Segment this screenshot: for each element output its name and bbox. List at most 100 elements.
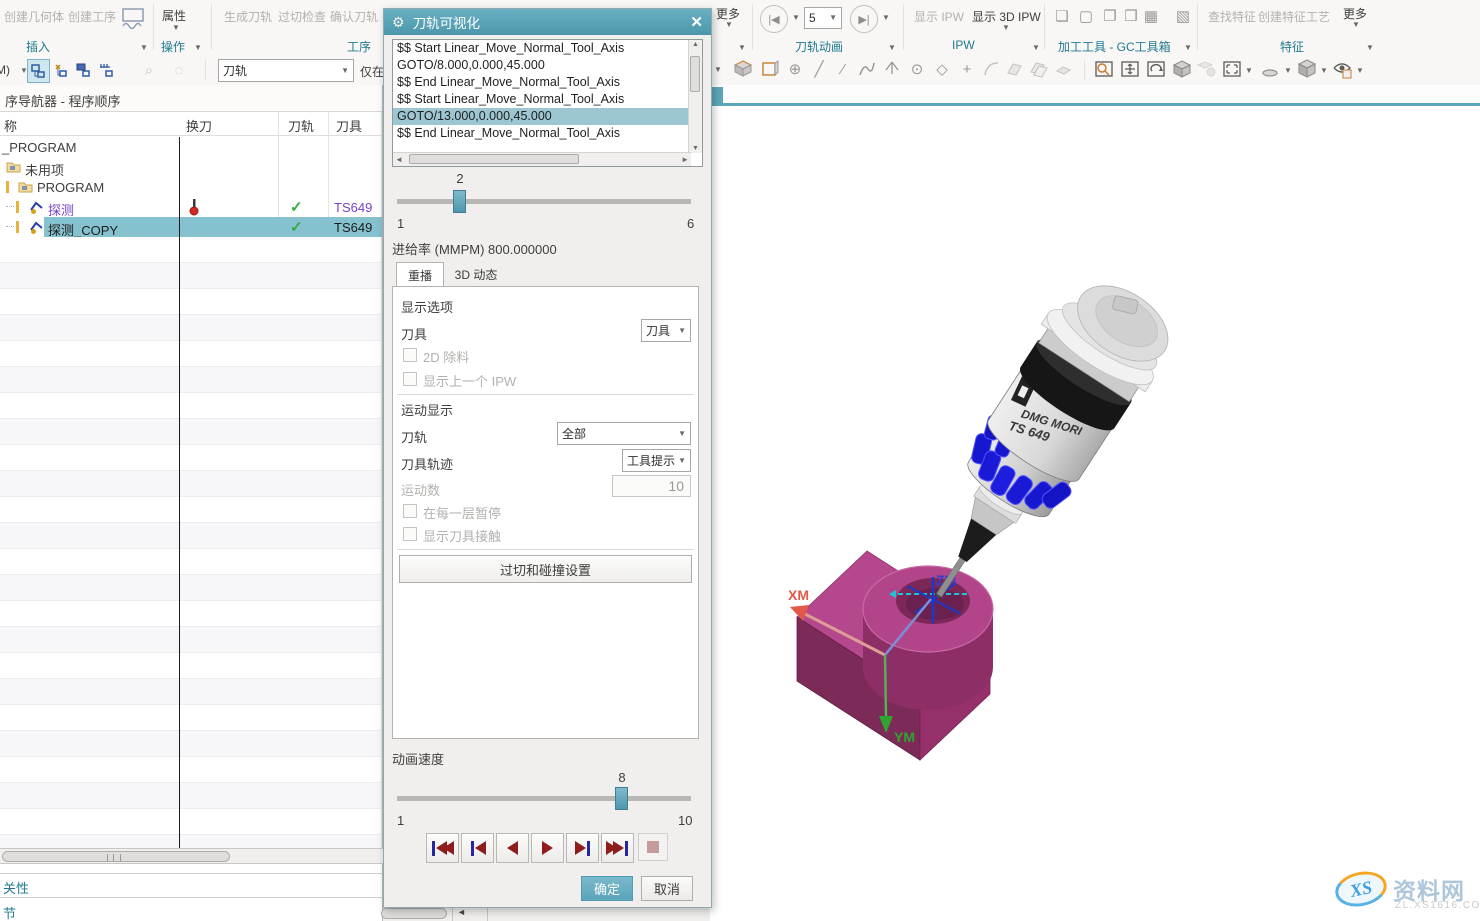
vscroll-up-arrow[interactable]: ▲ — [692, 41, 699, 48]
circle-center-icon[interactable]: ⊙ — [906, 58, 928, 80]
more-left-group-caret[interactable]: ▼ — [738, 44, 746, 52]
surface-machining-icon[interactable] — [120, 6, 146, 35]
rotate-view-icon[interactable] — [1146, 59, 1166, 82]
goto-first-caret[interactable]: ▼ — [792, 14, 800, 22]
column-divider-line[interactable] — [179, 137, 180, 848]
tree-row-program[interactable]: PROGRAM — [0, 177, 382, 197]
properties-button[interactable]: 属性 — [162, 7, 186, 24]
toolpath-filter-dropdown[interactable]: 刀轨▼ — [218, 59, 354, 82]
stop-button[interactable] — [638, 833, 668, 861]
play-backward-button[interactable] — [496, 833, 529, 863]
arc-icon[interactable] — [981, 59, 1001, 82]
section-details[interactable]: 节 — [0, 897, 383, 921]
checkbox-2d-removal[interactable] — [403, 348, 417, 362]
play-to-end-button[interactable] — [601, 833, 634, 863]
insert-group-caret[interactable]: ▼ — [140, 44, 148, 52]
tool-display-dropdown[interactable]: 刀具▼ — [641, 319, 691, 342]
datum-axis-icon[interactable] — [882, 59, 902, 82]
ipw-cube-gear-icon[interactable] — [1197, 59, 1217, 82]
operation-group-caret[interactable]: ▼ — [194, 44, 202, 52]
show-ipw-button[interactable]: 显示 IPW — [914, 8, 964, 25]
play-forward-button[interactable] — [531, 833, 564, 863]
orient-cube-icon[interactable] — [1297, 59, 1317, 82]
shaded-view-icon[interactable] — [1172, 59, 1192, 82]
navigator-column-header[interactable]: 称 换刀 刀轨 刀具 — [0, 112, 382, 136]
generate-toolpath-button[interactable]: 生成刀轨 — [224, 8, 272, 25]
tree-row-nc-program[interactable]: _PROGRAM — [0, 137, 382, 157]
checkbox-show-prev-ipw[interactable] — [403, 372, 417, 386]
scroll-left-arrow[interactable]: ◄ — [457, 907, 466, 917]
properties-caret[interactable]: ▼ — [172, 24, 180, 32]
zoom-window-icon[interactable] — [1094, 59, 1114, 82]
tree-row-unused[interactable]: 未用项 — [0, 157, 382, 177]
fit-view-caret[interactable]: ▼ — [1245, 67, 1253, 75]
section-view-icon[interactable] — [1260, 59, 1280, 82]
line-segment-icon[interactable]: ⁄ — [832, 58, 854, 80]
anim-group-caret[interactable]: ▼ — [888, 44, 896, 52]
gc-tool-icon-5[interactable]: ▦ — [1140, 5, 1162, 27]
step-forward-button[interactable] — [566, 833, 599, 863]
machine-tool-view-icon[interactable] — [50, 59, 71, 81]
plus-point-icon[interactable]: + — [956, 58, 978, 80]
diamond-point-icon[interactable]: ◇ — [931, 58, 953, 80]
listing-vscrollbar[interactable]: ▲ ▼ — [688, 40, 702, 153]
fit-view-icon[interactable] — [1222, 59, 1242, 82]
speed-slider-thumb[interactable] — [615, 787, 628, 810]
goto-last-caret[interactable]: ▼ — [882, 14, 890, 22]
gc-tool-icon-6[interactable]: ▧ — [1172, 5, 1194, 27]
checkbox-show-tool-contact[interactable] — [403, 527, 417, 541]
find-object-icon[interactable]: ⌕ — [138, 59, 160, 81]
scene-3d[interactable]: XM ZM YM — [710, 86, 1480, 921]
listing-hscrollbar[interactable]: ◄ ► — [393, 152, 691, 166]
tab-3d-dynamic[interactable]: 3D 动态 — [443, 262, 509, 287]
navigator-hscrollbar[interactable] — [0, 848, 383, 864]
section-dependencies[interactable]: 关性 — [0, 873, 383, 897]
program-order-view-icon[interactable] — [27, 59, 50, 83]
toolpath-visualization-dialog[interactable]: ⚙ 刀轨可视化 ✕ $$ Start Linear_Move_Normal_To… — [383, 8, 712, 908]
filter-setting-icon[interactable]: ◌ — [168, 59, 190, 81]
hidden-dropdown-caret[interactable]: ▼ — [714, 66, 722, 74]
progress-slider-thumb[interactable] — [453, 190, 466, 213]
ipw-group-caret[interactable]: ▼ — [1032, 44, 1040, 52]
create-feature-process-button[interactable]: 创建特征工艺 — [1258, 8, 1330, 25]
more-feature-caret[interactable]: ▼ — [1352, 21, 1360, 29]
toolpath-line-selected[interactable]: GOTO/13.000,0.000,45.000 — [393, 108, 689, 125]
pan-icon[interactable] — [1120, 59, 1140, 82]
checkbox-pause-each-layer[interactable] — [403, 504, 417, 518]
toolpath-line[interactable]: $$ Start Linear_Move_Normal_Tool_Axis — [393, 40, 689, 57]
show-hide-caret[interactable]: ▼ — [1356, 67, 1364, 75]
bottom-scroll-thumb[interactable] — [381, 908, 447, 919]
gouge-check-button[interactable]: 过切检查 — [278, 8, 326, 25]
dialog-close-icon[interactable]: ✕ — [690, 13, 703, 31]
create-operation-button[interactable]: 创建工序 — [68, 8, 116, 25]
col-name[interactable]: 称 — [4, 116, 17, 135]
ok-button[interactable]: 确定 — [581, 876, 633, 901]
verify-toolpath-button[interactable]: 确认刀轨 — [330, 8, 378, 25]
datum-plane-icon-1[interactable] — [1004, 59, 1024, 82]
gouge-collision-settings-button[interactable]: 过切和碰撞设置 — [399, 555, 692, 583]
dialog-titlebar[interactable]: ⚙ 刀轨可视化 ✕ — [384, 9, 711, 35]
point-constructor-icon[interactable]: ⊕ — [784, 58, 806, 80]
tree-row-probe-copy[interactable]: 探测_COPY ✓ TS649 — [0, 217, 382, 237]
tool-trace-dropdown[interactable]: 工具提示▼ — [622, 449, 691, 472]
section-view-caret[interactable]: ▼ — [1284, 67, 1292, 75]
col-path[interactable]: 刀轨 — [288, 116, 314, 135]
machining-method-view-icon[interactable] — [96, 59, 117, 81]
gc-tool-icon-2[interactable]: ▢ — [1075, 5, 1097, 27]
hscroll-thumb[interactable] — [2, 851, 230, 862]
vscroll-thumb[interactable] — [690, 56, 700, 92]
hscroll-left-arrow[interactable]: ◄ — [395, 155, 403, 164]
progress-slider-track[interactable] — [397, 199, 691, 204]
show-blank-icon[interactable] — [760, 59, 780, 82]
geometry-view-icon[interactable] — [73, 59, 94, 81]
datum-plane-icon-3[interactable] — [1053, 59, 1073, 82]
gc-tool-icon-4[interactable]: ❒ — [1120, 5, 1142, 27]
show-workpiece-icon[interactable] — [733, 59, 753, 82]
toolpath-display-dropdown[interactable]: 全部▼ — [557, 422, 691, 445]
datum-plane-icon-2[interactable] — [1028, 59, 1048, 82]
group-filter-dropdown[interactable]: (M) — [0, 63, 10, 77]
goto-first-move-button[interactable]: |◀ — [760, 5, 788, 33]
gc-group-caret[interactable]: ▼ — [1184, 44, 1192, 52]
step-back-button[interactable] — [461, 833, 494, 863]
goto-last-move-button[interactable]: ▶| — [850, 5, 878, 33]
